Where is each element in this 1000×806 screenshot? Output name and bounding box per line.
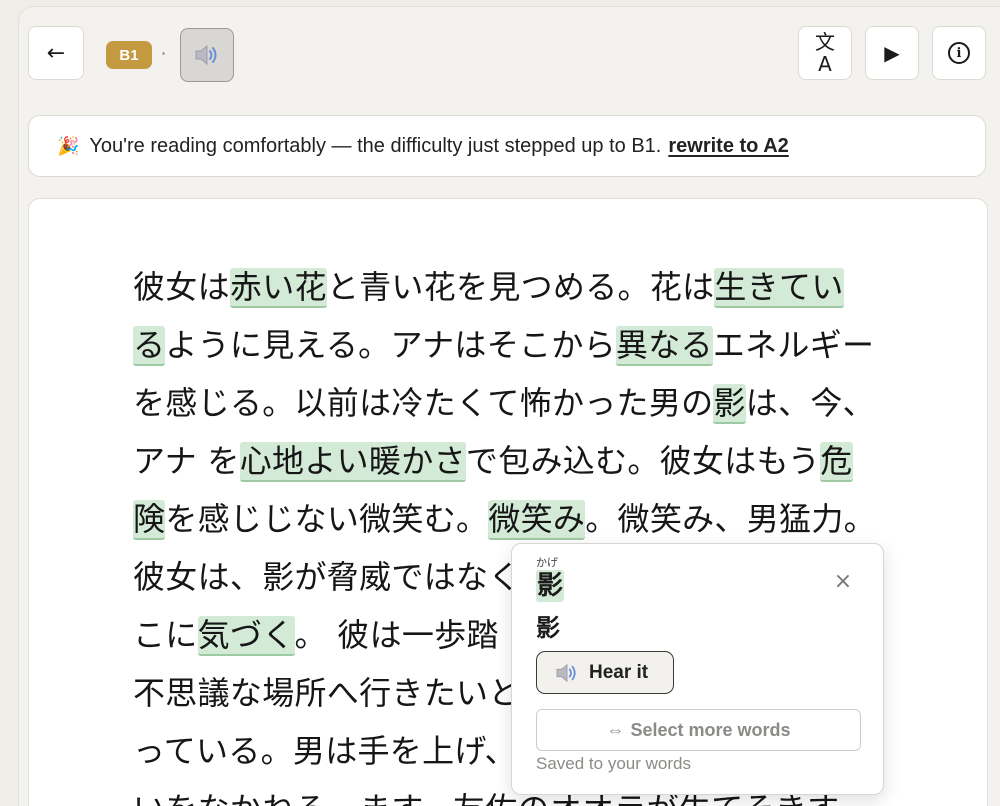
close-icon[interactable]: ×	[830, 568, 856, 594]
passage-text: こに	[133, 616, 198, 654]
speaker-icon	[195, 44, 217, 66]
highlighted-word[interactable]: 険	[133, 500, 166, 540]
passage-text: 彼女は、影が脅威ではなく	[133, 558, 521, 596]
play-button[interactable]: ▶	[865, 26, 919, 80]
double-arrow-icon: ⇔	[606, 719, 625, 740]
passage-text: 不思議な場所へ行きたいと	[133, 674, 521, 712]
translate-icon-top: 文	[815, 30, 835, 54]
banner-message: You're reading comfortably — the difficu…	[89, 134, 662, 157]
passage-line: るように見える。アナはそこから異なるエネルギー	[133, 316, 933, 374]
passage-line: 彼女は赤い花と青い花を見つめる。花は生きてい	[133, 258, 933, 316]
separator-dot: ·	[161, 44, 167, 63]
passage-text: と青い花を見つめる。花は	[326, 268, 715, 306]
audio-toggle-button[interactable]	[180, 28, 234, 82]
passage-text: 彼女は	[133, 268, 230, 306]
word-reading: かげ	[536, 556, 558, 569]
saved-note: Saved to your words	[536, 754, 691, 773]
passage-text: ように見える。アナはそこから	[165, 326, 616, 364]
word-popup: かげ 影 影 × Hear it ⇔ Select more words Sav…	[511, 543, 884, 795]
passage-text: を感じる。以前は冷たくて怖かった男の	[133, 384, 714, 422]
hear-it-label: Hear it	[589, 661, 649, 683]
select-more-words-button[interactable]: ⇔ Select more words	[536, 709, 861, 751]
popup-word-plain: 影	[536, 614, 560, 642]
select-more-words-label: Select more words	[630, 719, 791, 740]
translate-button[interactable]: 文 A	[798, 26, 852, 80]
highlighted-word[interactable]: 生きてい	[714, 268, 844, 308]
highlighted-word[interactable]: 心地よい暖かさ	[239, 442, 466, 482]
passage-text: っている。男は手を上げ、	[133, 732, 517, 770]
popup-word: 影	[536, 570, 565, 602]
highlighted-word[interactable]: 異なる	[615, 326, 713, 366]
hear-it-button[interactable]: Hear it	[536, 651, 674, 694]
highlighted-word[interactable]: 赤い花	[229, 268, 327, 308]
passage-line: アナ を心地よい暖かさで包み込む。彼女はもう危	[133, 432, 933, 490]
difficulty-banner: 🎉 You're reading comfortably — the diffi…	[28, 115, 986, 177]
passage-text: は、今、	[745, 384, 875, 422]
passage-text: を感じじない微笑む。	[165, 500, 489, 538]
info-icon: i	[948, 42, 970, 64]
level-badge: B1	[106, 41, 152, 69]
play-icon: ▶	[884, 41, 900, 65]
translate-icon-bottom: A	[818, 52, 832, 76]
passage-text: アナ を	[133, 442, 240, 480]
rewrite-link[interactable]: rewrite to A2	[668, 135, 788, 158]
passage-line: 険を感じじない微笑む。微笑み。微笑み、男猛力。	[133, 490, 933, 548]
highlighted-word[interactable]: 危	[820, 442, 853, 482]
passage-text: で包み込む。彼女はもう	[465, 442, 821, 480]
info-button[interactable]: i	[932, 26, 986, 80]
back-arrow-icon: ←	[46, 40, 66, 66]
passage-text: 。微笑み、男猛力。	[585, 500, 876, 538]
highlighted-word[interactable]: 気づく	[197, 616, 295, 656]
speaker-icon	[556, 663, 576, 682]
party-popper-icon: 🎉	[57, 135, 80, 156]
passage-line: を感じる。以前は冷たくて怖かった男の影は、今、	[133, 374, 933, 432]
highlighted-word[interactable]: る	[133, 326, 166, 366]
highlighted-word[interactable]: 影	[713, 384, 746, 424]
highlighted-word[interactable]: 微笑み	[488, 500, 586, 540]
back-button[interactable]: ←	[28, 26, 84, 80]
passage-text: エネルギー	[712, 326, 875, 364]
passage-text: 。 彼は一歩踏	[294, 616, 499, 654]
